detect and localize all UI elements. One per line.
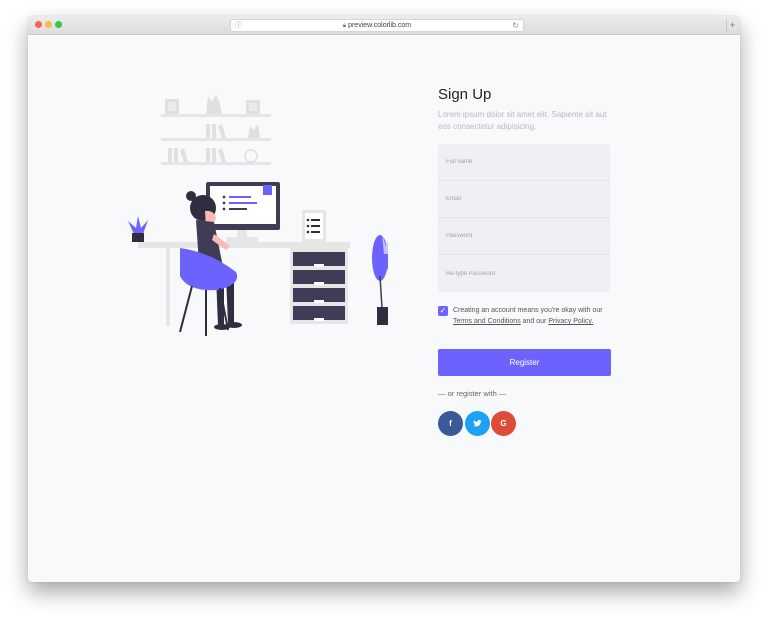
twitter-login-button[interactable] [465, 411, 490, 436]
terms-prefix: Creating an account means you're okay wi… [453, 307, 603, 314]
terms-middle: and our [520, 318, 549, 325]
or-register-with-text: — or register with — [438, 389, 507, 398]
page-subtitle: Lorem ipsum dolor sit amet elit. Sapient… [438, 110, 607, 131]
url-text: preview.colorlib.com [348, 22, 412, 29]
desk-plant [128, 216, 148, 242]
privacy-policy-link[interactable]: Privacy Policy. [548, 318, 593, 325]
terms-agreement: ✓ Creating an account means you're okay … [438, 305, 612, 327]
facebook-login-button[interactable]: f [438, 411, 463, 436]
browser-titlebar: ⓘ 🔒︎ preview.colorlib.com ↻ + [28, 16, 740, 35]
terms-text: Creating an account means you're okay wi… [453, 305, 613, 327]
floor-plant [372, 234, 388, 325]
close-window-button[interactable] [35, 21, 42, 28]
form-fields [438, 144, 610, 292]
register-button[interactable]: Register [438, 349, 611, 376]
twitter-icon [473, 419, 482, 427]
terms-and-conditions-link[interactable]: Terms and Conditions [453, 318, 521, 325]
facebook-icon: f [449, 419, 452, 428]
retype-password-input[interactable] [438, 255, 610, 292]
full-name-input[interactable] [438, 144, 610, 180]
address-bar[interactable]: ⓘ 🔒︎ preview.colorlib.com ↻ [230, 19, 524, 32]
desk-drawers [290, 248, 348, 324]
maximize-window-button[interactable] [55, 21, 62, 28]
workspace-illustration [128, 94, 388, 336]
check-icon: ✓ [439, 306, 447, 315]
social-login-buttons: f G [438, 411, 612, 436]
document-stand [302, 210, 326, 242]
site-info-icon[interactable]: ⓘ [235, 20, 242, 31]
shelf-items [165, 94, 260, 165]
email-field [438, 181, 610, 218]
signup-form: Sign Up Lorem ipsum dolor sit amet elit.… [438, 86, 612, 436]
google-login-button[interactable]: G [491, 411, 516, 436]
email-input[interactable] [438, 181, 610, 217]
full-name-field [438, 144, 610, 181]
computer-monitor [206, 182, 280, 242]
minimize-window-button[interactable] [45, 21, 52, 28]
new-tab-button[interactable]: + [726, 19, 738, 32]
page-title: Sign Up [438, 86, 492, 103]
terms-checkbox[interactable]: ✓ [438, 306, 448, 316]
lock-icon: 🔒︎ [342, 23, 347, 29]
google-icon: G [500, 419, 507, 428]
password-field [438, 218, 610, 255]
retype-password-field [438, 255, 610, 292]
reload-icon[interactable]: ↻ [512, 20, 519, 31]
password-input[interactable] [438, 218, 610, 254]
browser-window: ⓘ 🔒︎ preview.colorlib.com ↻ + Sign Up Lo… [28, 16, 740, 582]
